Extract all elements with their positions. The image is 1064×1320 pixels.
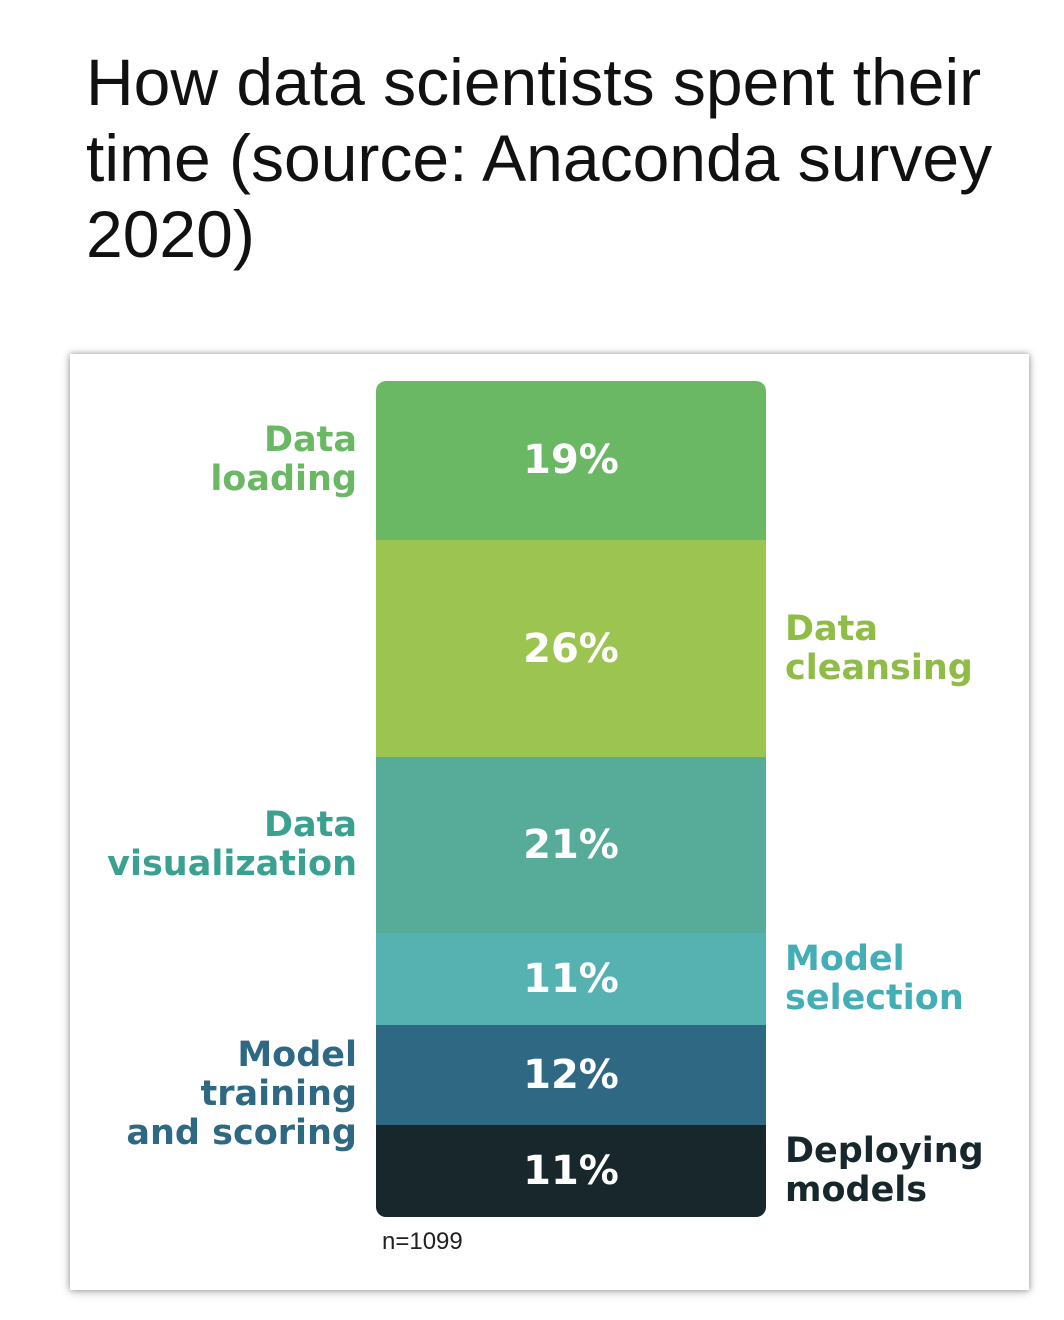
- stacked-bar: 19% 26% 21% 11% 12% 11%: [376, 381, 766, 1217]
- category-label-data-visualization: Data visualization: [107, 804, 357, 884]
- slide-title: How data scientists spent their time (so…: [86, 45, 993, 271]
- bar-segment-model-selection: 11%: [376, 932, 766, 1025]
- category-label-line: Data: [263, 420, 357, 461]
- category-label-line: Data: [263, 804, 357, 845]
- category-label-line: selection: [785, 977, 964, 1018]
- category-label-line: and scoring: [126, 1112, 357, 1153]
- category-label-line: cleansing: [785, 647, 973, 688]
- category-label-model-training-and-scoring: Model training and scoring: [70, 1034, 358, 1153]
- category-label-line: models: [785, 1170, 928, 1211]
- bar-segment-data-visualization: 21%: [376, 757, 766, 933]
- category-label-line: Model training: [200, 1034, 358, 1114]
- segment-value-label: 11%: [523, 955, 619, 1002]
- category-label-line: Deploying: [785, 1131, 984, 1172]
- chart-card: 19% 26% 21% 11% 12% 11% Data loading Data cleans…: [70, 354, 1029, 1290]
- category-label-data-cleansing: Data cleansing: [785, 608, 973, 688]
- segment-value-label: 19%: [523, 437, 619, 484]
- category-label-deploying-models: Deploying models: [785, 1132, 984, 1210]
- segment-value-label: 12%: [523, 1051, 619, 1098]
- bar-segment-deploying-models: 11%: [376, 1125, 766, 1217]
- bar-segment-data-loading: 19%: [376, 381, 766, 540]
- category-label-line: loading: [210, 459, 357, 500]
- bar-segment-data-cleansing: 26%: [376, 539, 766, 758]
- segment-value-label: 26%: [523, 625, 619, 672]
- segment-value-label: 11%: [523, 1148, 619, 1194]
- category-label-data-loading: Data loading: [210, 421, 357, 499]
- category-label-line: Model: [785, 938, 905, 979]
- sample-size-note: n=1099: [382, 1228, 463, 1255]
- category-label-line: Data: [785, 608, 879, 649]
- category-label-line: visualization: [107, 843, 357, 884]
- category-label-model-selection: Model selection: [785, 938, 964, 1018]
- segment-value-label: 21%: [523, 821, 619, 868]
- bar-segment-model-training-and-scoring: 12%: [376, 1024, 766, 1126]
